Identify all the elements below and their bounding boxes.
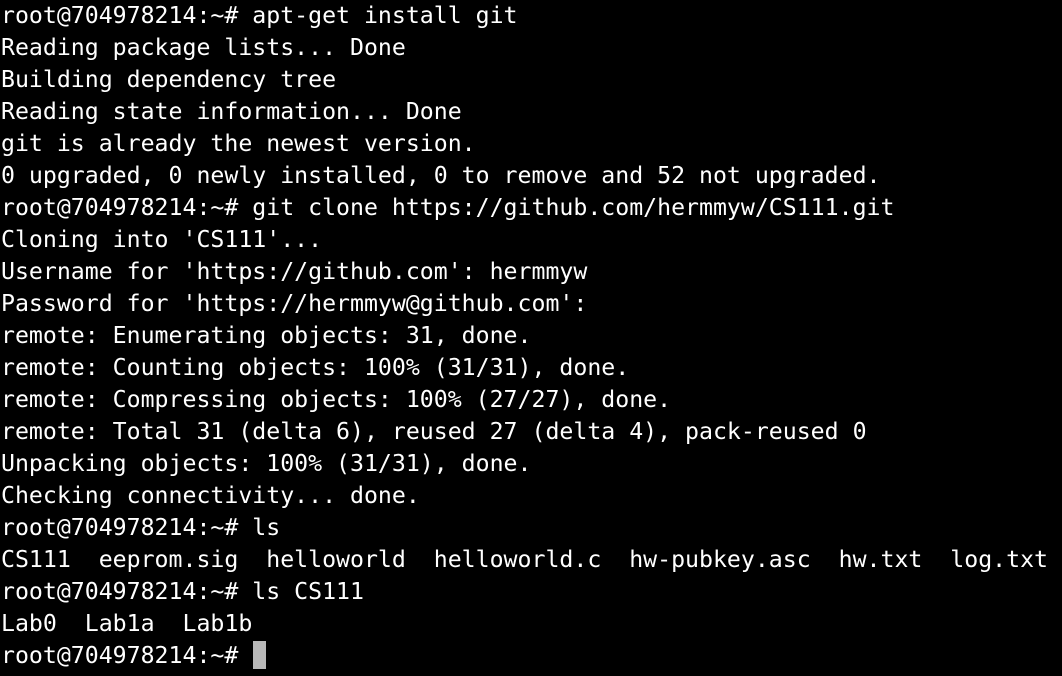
- terminal-line: Building dependency tree: [1, 66, 337, 93]
- terminal-line: root@704978214:~# apt-get install git: [1, 2, 518, 29]
- terminal-line: Username for 'https://github.com': hermm…: [1, 258, 588, 285]
- terminal-line: root@704978214:~# ls CS111: [1, 578, 364, 605]
- shell-prompt: root@704978214:~#: [1, 642, 253, 669]
- terminal-prompt-line[interactable]: root@704978214:~#: [1, 640, 1062, 672]
- terminal-line: Checking connectivity... done.: [1, 482, 420, 509]
- terminal-line: Cloning into 'CS111'...: [1, 226, 323, 253]
- terminal-line: Unpacking objects: 100% (31/31), done.: [1, 450, 532, 477]
- terminal-line: Password for 'https://hermmyw@github.com…: [1, 290, 588, 317]
- terminal-line: remote: Compressing objects: 100% (27/27…: [1, 386, 672, 413]
- terminal-line: remote: Counting objects: 100% (31/31), …: [1, 354, 630, 381]
- terminal-line: CS111 eeprom.sig helloworld helloworld.c…: [1, 546, 1049, 573]
- terminal-line: git is already the newest version.: [1, 130, 476, 157]
- terminal-window[interactable]: root@704978214:~# apt-get install git Re…: [0, 0, 1062, 676]
- text-cursor[interactable]: [253, 641, 267, 669]
- terminal-line: Reading state information... Done: [1, 98, 462, 125]
- terminal-line: remote: Enumerating objects: 31, done.: [1, 322, 532, 349]
- terminal-line: Reading package lists... Done: [1, 34, 406, 61]
- terminal-line: root@704978214:~# git clone https://gith…: [1, 194, 895, 221]
- terminal-line: remote: Total 31 (delta 6), reused 27 (d…: [1, 418, 867, 445]
- terminal-line: root@704978214:~# ls: [1, 514, 281, 541]
- terminal-line: 0 upgraded, 0 newly installed, 0 to remo…: [1, 162, 881, 189]
- terminal-line: Lab0 Lab1a Lab1b: [1, 610, 253, 637]
